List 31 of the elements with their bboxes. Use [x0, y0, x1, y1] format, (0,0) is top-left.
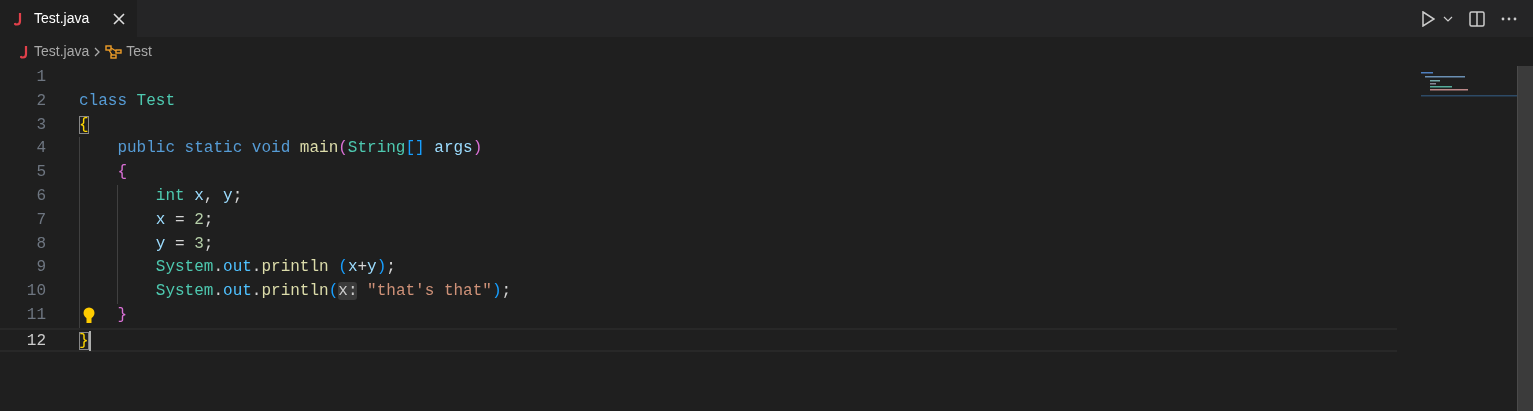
java-file-icon: [20, 44, 30, 59]
line-number: 6: [35, 186, 46, 207]
split-editor-icon[interactable]: [1469, 10, 1485, 27]
code-line[interactable]: }: [79, 329, 91, 350]
breadcrumb-item[interactable]: Test: [126, 41, 152, 62]
line-number: 10: [25, 281, 46, 303]
line-number: 4: [35, 138, 46, 160]
line-number: 12: [25, 330, 46, 350]
text-cursor: [88, 330, 91, 351]
line-number: 7: [35, 209, 46, 231]
tab-label: Test.java: [34, 9, 90, 28]
class-icon: [105, 44, 123, 59]
line-number: 9: [35, 257, 46, 279]
code-line[interactable]: class Test: [79, 89, 176, 114]
editor-tab[interactable]: Test.java: [0, 0, 138, 37]
code-line[interactable]: {: [79, 113, 89, 138]
lightbulb-icon[interactable]: [82, 306, 96, 325]
line-number: 3: [35, 114, 46, 136]
scrollbar[interactable]: [1517, 66, 1533, 411]
line-number: 8: [35, 233, 46, 255]
more-icon[interactable]: [1501, 16, 1517, 21]
java-file-icon: [14, 11, 24, 26]
line-number: 5: [35, 162, 46, 184]
close-icon[interactable]: [113, 12, 126, 25]
chevron-icon: [93, 45, 102, 58]
caret-icon[interactable]: [1443, 15, 1453, 22]
line-number: 11: [25, 304, 46, 326]
line-number: 1: [35, 67, 46, 88]
run-icon[interactable]: [1421, 10, 1435, 27]
breadcrumb-item[interactable]: Test.java: [34, 41, 90, 62]
line-number: 2: [35, 90, 46, 112]
